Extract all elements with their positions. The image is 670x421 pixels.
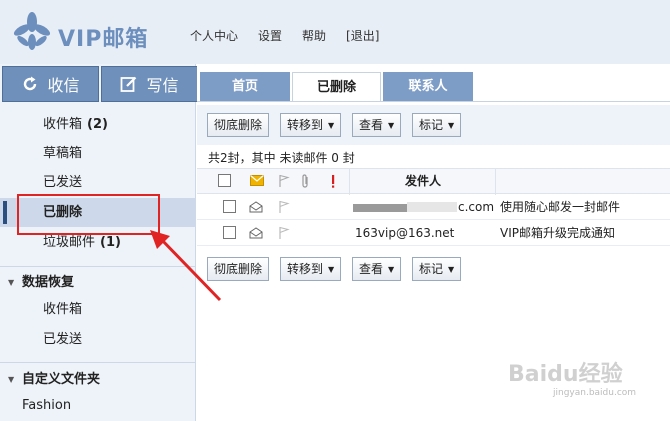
sub-item-label: 收件箱	[43, 302, 83, 317]
watermark-url: jingyan.baidu.com	[553, 388, 637, 398]
dropdown-caret-icon: ▼	[388, 264, 395, 274]
sender-cell: 163vip@163.net	[355, 226, 455, 240]
highlight-box	[17, 194, 160, 235]
delete-forever-button[interactable]: 彻底删除	[207, 113, 270, 137]
row-checkbox[interactable]	[223, 200, 236, 213]
nav-help[interactable]: 帮助	[302, 27, 326, 44]
dropdown-caret-icon: ▼	[448, 264, 455, 274]
read-envelope-icon	[249, 201, 263, 213]
flag-icon[interactable]	[278, 174, 290, 188]
select-all-checkbox[interactable]	[218, 174, 231, 187]
dropdown-caret-icon: ▼	[448, 120, 455, 130]
view-label: 查看	[359, 262, 384, 276]
annotation-arrow-icon	[150, 230, 222, 302]
folder-drafts[interactable]: 草稿箱	[0, 139, 196, 168]
tab-contacts[interactable]: 联系人	[383, 72, 473, 102]
mark-label: 标记	[419, 262, 444, 276]
read-envelope-icon	[249, 227, 263, 239]
folder-sent[interactable]: 已发送	[0, 168, 196, 197]
section-custom-folders[interactable]: ▼ 自定义文件夹	[0, 367, 196, 393]
compose-label: 写信	[146, 76, 179, 95]
table-row[interactable]: 163vip@163.net VIP邮箱升级完成通知	[197, 220, 670, 246]
bottom-toolbar: 彻底删除 转移到 ▼ 查看 ▼ 标记 ▼	[197, 249, 670, 289]
move-to-label: 转移到	[287, 118, 324, 132]
logo-text: VIP邮箱	[58, 27, 149, 52]
mark-label: 标记	[419, 118, 444, 132]
view-button[interactable]: 查看 ▼	[352, 257, 402, 281]
refresh-icon	[24, 76, 37, 91]
sender-column-header[interactable]: 发件人	[350, 169, 496, 193]
top-nav: 个人中心 设置 帮助 [退出]	[190, 27, 379, 44]
receive-button[interactable]: 收信	[2, 66, 99, 102]
redacted-sender-light	[407, 202, 457, 212]
folder-label: 垃圾邮件	[43, 235, 96, 250]
watermark: Baidu经验	[508, 362, 623, 387]
mail-logo[interactable]: VIP邮箱	[12, 12, 162, 52]
recovery-sent[interactable]: 已发送	[0, 326, 196, 354]
tab-deleted[interactable]: 已删除	[292, 72, 381, 102]
collapse-triangle-icon: ▼	[8, 278, 15, 287]
move-to-button[interactable]: 转移到 ▼	[280, 257, 342, 281]
move-to-label: 转移到	[287, 262, 324, 276]
unread-envelope-icon[interactable]	[250, 175, 264, 186]
dropdown-caret-icon: ▼	[328, 264, 335, 274]
receive-label: 收信	[47, 76, 80, 95]
folder-count: (1)	[100, 235, 121, 250]
view-label: 查看	[359, 118, 384, 132]
tab-home[interactable]: 首页	[200, 72, 290, 102]
section-title-text: 数据恢复	[22, 275, 75, 290]
subject-cell: VIP邮箱升级完成通知	[500, 226, 615, 240]
folder-label: 已发送	[43, 175, 83, 190]
flag-icon[interactable]	[278, 226, 290, 240]
nav-logout[interactable]: [退出]	[346, 27, 379, 44]
mail-actions: 收信 写信	[2, 66, 198, 102]
table-row[interactable]: c.com 使用随心邮发一封邮件	[197, 194, 670, 220]
dropdown-caret-icon: ▼	[328, 120, 335, 130]
header-bar: VIP邮箱 个人中心 设置 帮助 [退出]	[0, 0, 670, 64]
dropdown-caret-icon: ▼	[388, 120, 395, 130]
flag-icon[interactable]	[278, 200, 290, 214]
top-toolbar: 彻底删除 转移到 ▼ 查看 ▼ 标记 ▼	[197, 105, 670, 145]
important-icon[interactable]	[330, 174, 336, 189]
folder-count: (2)	[87, 117, 108, 132]
custom-folder-fashion[interactable]: Fashion	[0, 392, 196, 420]
folder-label: 草稿箱	[43, 146, 83, 161]
mail-summary: 共2封，其中 未读邮件 0 封	[208, 151, 355, 165]
nav-settings[interactable]: 设置	[258, 27, 282, 44]
compose-button[interactable]: 写信	[101, 66, 198, 102]
subject-cell: 使用随心邮发一封邮件	[500, 200, 621, 214]
mail-table-header: 发件人	[197, 168, 670, 195]
sender-cell: c.com	[458, 200, 495, 214]
mark-button[interactable]: 标记 ▼	[412, 113, 462, 137]
section-title-text: 自定义文件夹	[22, 372, 101, 387]
compose-icon	[121, 76, 137, 92]
tab-divider	[197, 101, 670, 102]
sub-item-label: Fashion	[22, 398, 72, 413]
nav-personal-center[interactable]: 个人中心	[190, 27, 238, 44]
sub-item-label: 已发送	[43, 332, 83, 347]
move-to-button[interactable]: 转移到 ▼	[280, 113, 342, 137]
mark-button[interactable]: 标记 ▼	[412, 257, 462, 281]
tab-bar: 首页 已删除 联系人	[197, 64, 670, 102]
asterisk-logo-icon	[13, 12, 51, 50]
column-separator	[495, 169, 496, 195]
collapse-triangle-icon: ▼	[8, 375, 15, 384]
folder-label: 收件箱	[43, 117, 83, 132]
view-button[interactable]: 查看 ▼	[352, 113, 402, 137]
attachment-icon[interactable]	[301, 174, 311, 189]
folder-inbox[interactable]: 收件箱 (2)	[0, 110, 196, 139]
divider	[0, 362, 196, 363]
